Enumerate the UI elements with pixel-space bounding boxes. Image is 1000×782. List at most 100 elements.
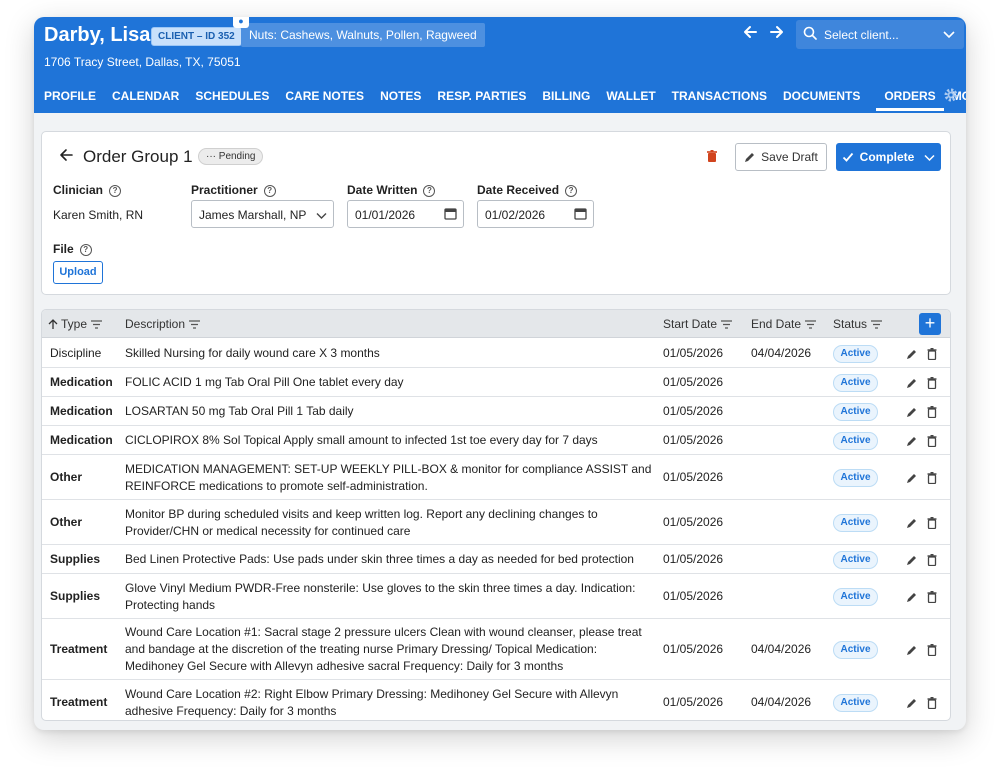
column-header-description[interactable]: Description xyxy=(125,317,201,331)
filter-icon[interactable] xyxy=(91,320,103,329)
help-icon[interactable]: ? xyxy=(79,243,92,256)
tab-care-notes[interactable]: CARE NOTES xyxy=(285,85,364,111)
status-badge: Active xyxy=(833,587,878,606)
tab-wallet[interactable]: WALLET xyxy=(606,85,655,111)
pencil-icon[interactable] xyxy=(906,591,918,606)
column-header-description-label: Description xyxy=(125,317,186,331)
pencil-icon[interactable] xyxy=(906,377,918,392)
tab-profile[interactable]: PROFILE xyxy=(44,85,96,111)
back-icon[interactable] xyxy=(58,147,74,168)
complete-label: Complete xyxy=(859,150,915,164)
trash-icon[interactable] xyxy=(927,553,937,569)
tab-calendar[interactable]: CALENDAR xyxy=(112,85,179,111)
description-cell: LOSARTAN 50 mg Tab Oral Pill 1 Tab daily xyxy=(125,404,354,418)
date-received-input[interactable]: 01/02/2026 xyxy=(477,200,594,228)
filter-icon[interactable] xyxy=(805,320,817,329)
help-icon[interactable]: ? xyxy=(263,184,276,197)
table-row[interactable]: Treatment Wound Care Location #1: Sacral … xyxy=(42,619,950,680)
complete-button[interactable]: Complete xyxy=(836,143,941,171)
save-draft-button[interactable]: Save Draft xyxy=(735,143,827,171)
tab-resp-parties[interactable]: RESP. PARTIES xyxy=(437,85,526,111)
tab-transactions[interactable]: TRANSACTIONS xyxy=(672,85,767,111)
pencil-icon[interactable] xyxy=(906,472,918,487)
help-icon[interactable]: ? xyxy=(565,184,578,197)
allergy-chip[interactable]: Nuts: Cashews, Walnuts, Pollen, Ragweed xyxy=(241,23,485,47)
column-header-end-date[interactable]: End Date xyxy=(751,317,817,331)
table-row[interactable]: Treatment Wound Care Location #2: Right E… xyxy=(42,680,950,720)
table-row[interactable]: Discipline Skilled Nursing for daily woun… xyxy=(42,339,950,368)
upload-button[interactable]: Upload xyxy=(53,261,103,284)
trash-icon[interactable] xyxy=(927,516,937,532)
table-row[interactable]: Other MEDICATION MANAGEMENT: SET-UP WEEKL… xyxy=(42,455,950,500)
type-cell: Treatment xyxy=(50,695,108,709)
table-row[interactable]: Supplies Glove Vinyl Medium PWDR-Free non… xyxy=(42,574,950,619)
help-icon[interactable]: ? xyxy=(109,184,122,197)
table-row[interactable]: Medication CICLOPIROX 8% Sol Topical Appl… xyxy=(42,426,950,455)
tab-notes[interactable]: NOTES xyxy=(380,85,421,111)
forward-arrow-icon[interactable] xyxy=(769,23,785,46)
description-cell: CICLOPIROX 8% Sol Topical Apply small am… xyxy=(125,433,598,447)
column-header-start-date[interactable]: Start Date xyxy=(663,317,733,331)
status-badge: Active xyxy=(833,513,878,532)
table-row[interactable]: Medication FOLIC ACID 1 mg Tab Oral Pill … xyxy=(42,368,950,397)
tab-orders[interactable]: ORDERS xyxy=(876,85,944,111)
tab-documents[interactable]: DOCUMENTS xyxy=(783,85,860,111)
file-label-text: File xyxy=(53,242,74,256)
filter-icon[interactable] xyxy=(189,320,201,329)
trash-icon[interactable] xyxy=(927,347,937,363)
pencil-icon[interactable] xyxy=(906,517,918,532)
trash-icon[interactable] xyxy=(927,696,937,712)
start-date-cell: 01/05/2026 xyxy=(663,346,724,360)
start-date-cell: 01/05/2026 xyxy=(663,695,724,709)
order-group-card: Order Group 1 ··· Pending Save Draft Com… xyxy=(41,131,951,295)
type-cell: Medication xyxy=(50,404,113,418)
chevron-down-icon xyxy=(316,209,327,223)
practitioner-value: James Marshall, NP xyxy=(199,208,307,222)
end-date-cell: 04/04/2026 xyxy=(751,695,812,709)
trash-icon[interactable] xyxy=(927,434,937,450)
back-arrow-icon[interactable] xyxy=(742,23,758,46)
pencil-icon[interactable] xyxy=(906,554,918,569)
practitioner-select[interactable]: James Marshall, NP xyxy=(191,200,334,228)
description-cell: Bed Linen Protective Pads: Use pads unde… xyxy=(125,552,634,566)
tab-billing[interactable]: BILLING xyxy=(542,85,590,111)
clinician-value: Karen Smith, RN xyxy=(53,208,144,222)
calendar-icon[interactable] xyxy=(574,207,587,223)
column-header-status-label: Status xyxy=(833,317,868,331)
date-written-input[interactable]: 01/01/2026 xyxy=(347,200,464,228)
table-header: Type Description Start Date End Date Sta… xyxy=(42,310,950,338)
client-select[interactable]: Select client... xyxy=(796,20,964,49)
tab-schedules[interactable]: SCHEDULES xyxy=(195,85,269,111)
pencil-icon[interactable] xyxy=(906,697,918,712)
type-cell: Other xyxy=(50,470,83,484)
column-header-status[interactable]: Status xyxy=(833,317,883,331)
trash-icon[interactable] xyxy=(927,376,937,392)
calendar-icon[interactable] xyxy=(444,207,457,223)
trash-icon[interactable] xyxy=(927,471,937,487)
table-row[interactable]: Medication LOSARTAN 50 mg Tab Oral Pill 1… xyxy=(42,397,950,426)
help-icon[interactable]: ? xyxy=(423,184,436,197)
filter-icon[interactable] xyxy=(721,320,733,329)
pencil-icon[interactable] xyxy=(906,644,918,659)
trash-icon[interactable] xyxy=(927,643,937,659)
status-badge: Active xyxy=(833,373,878,392)
pencil-icon[interactable] xyxy=(906,348,918,363)
table-row[interactable]: Other Monitor BP during scheduled visits … xyxy=(42,500,950,545)
pencil-icon[interactable] xyxy=(906,406,918,421)
gear-icon[interactable] xyxy=(943,87,959,106)
table-row[interactable]: Supplies Bed Linen Protective Pads: Use p… xyxy=(42,545,950,574)
date-received-label-text: Date Received xyxy=(477,183,560,197)
trash-icon[interactable] xyxy=(706,150,718,166)
type-cell: Supplies xyxy=(50,589,101,603)
pencil-icon[interactable] xyxy=(906,435,918,450)
column-header-type[interactable]: Type xyxy=(48,317,103,331)
trash-icon[interactable] xyxy=(927,590,937,606)
filter-icon[interactable] xyxy=(871,320,883,329)
add-order-button[interactable]: + xyxy=(919,313,941,335)
sort-up-icon xyxy=(48,319,58,330)
description-cell: MEDICATION MANAGEMENT: SET-UP WEEKLY PIL… xyxy=(125,461,652,493)
trash-icon[interactable] xyxy=(927,405,937,421)
description-cell: Skilled Nursing for daily wound care X 3… xyxy=(125,346,380,360)
type-cell: Supplies xyxy=(50,552,101,566)
column-header-end-date-label: End Date xyxy=(751,317,802,331)
